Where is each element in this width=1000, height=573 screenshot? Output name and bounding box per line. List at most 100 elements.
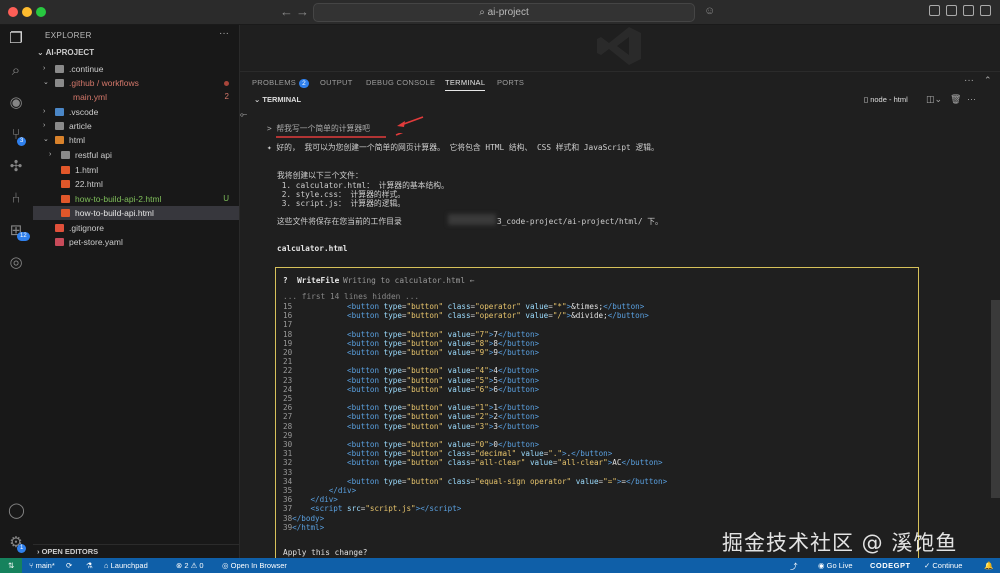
tree-item-github[interactable]: ⌄ .github / workflows: [33, 76, 239, 90]
hidden-lines-note: ... first 14 lines hidden ...: [283, 292, 420, 301]
globe-icon: ◎: [222, 561, 231, 570]
testing-icon[interactable]: ⚗: [86, 561, 93, 570]
panel-more-icon[interactable]: ···: [964, 75, 974, 86]
code-diff-preview: 15 <button type="button" class="operator…: [283, 302, 668, 532]
assistant-reply: ✦ 好的， 我可以为您创建一个简单的网页计算器。 它将包含 HTML 结构、 C…: [267, 143, 659, 152]
launchpad-button[interactable]: ⌂ Launchpad: [104, 561, 148, 570]
extensions-badge: 12: [17, 232, 30, 241]
open-in-browser-button[interactable]: ◎ Open In Browser: [222, 561, 287, 570]
remote-explorer-icon[interactable]: ◎: [8, 255, 24, 271]
live-share-icon[interactable]: ⤴: [790, 561, 798, 572]
toggle-sidebar-icon[interactable]: [929, 5, 940, 16]
chevron-right-icon: ›: [43, 122, 46, 129]
tree-item-restful-api[interactable]: › restful api: [33, 148, 239, 162]
settings-badge: 1: [17, 544, 27, 553]
folder-icon: [55, 79, 64, 87]
folder-icon: [55, 122, 64, 130]
problems-indicator[interactable]: ⊗ 2 ⚠ 0: [176, 561, 204, 570]
terminal-scrollbar[interactable]: [991, 300, 1000, 498]
plan-item: 3. script.js： 计算器的逻辑。: [277, 199, 406, 208]
tree-item-html[interactable]: ⌄ html: [33, 133, 239, 147]
explorer-icon[interactable]: ❐: [8, 31, 24, 47]
split-terminal-icon[interactable]: ◫⌄: [926, 94, 942, 105]
trash-icon[interactable]: 🗑: [950, 94, 961, 105]
git-file-icon: [55, 224, 64, 232]
tree-item-label: .github / workflows: [69, 78, 139, 88]
python-icon[interactable]: ✣: [8, 159, 24, 175]
customize-layout-icon[interactable]: [980, 5, 991, 16]
more-actions-icon[interactable]: ···: [219, 28, 229, 39]
forward-arrow-icon[interactable]: →: [296, 4, 309, 19]
close-window-button[interactable]: [8, 7, 18, 17]
continue-button[interactable]: ✓ Continue: [924, 561, 962, 570]
apply-change-question: Apply this change?: [283, 548, 368, 557]
html-file-icon: [61, 180, 70, 188]
chevron-right-icon: ›: [49, 151, 52, 158]
tree-item-vscode[interactable]: › .vscode: [33, 105, 239, 119]
tree-item-1-html[interactable]: 1.html: [33, 163, 239, 177]
notifications-bell-icon[interactable]: 🔔: [984, 561, 993, 570]
writefile-confirmation-dialog: ? WriteFile Writing to calculator.html ←…: [275, 267, 919, 562]
branch-indicator[interactable]: ⑂ main*: [29, 561, 55, 570]
copilot-icon[interactable]: ☺: [704, 5, 715, 17]
tab-debug-console[interactable]: DEBUG CONSOLE: [366, 78, 435, 87]
tree-item-label: pet-store.yaml: [69, 237, 123, 247]
tree-item-gitignore[interactable]: .gitignore: [33, 221, 239, 235]
remote-indicator-icon[interactable]: ⇅: [0, 558, 22, 573]
branch-icon: ⑂: [29, 561, 36, 570]
chevron-down-icon: ⌄: [37, 48, 46, 57]
explorer-header: EXPLORER: [45, 31, 92, 40]
tree-item-continue[interactable]: › .continue: [33, 62, 239, 76]
dialog-title: ? WriteFile: [283, 276, 340, 285]
back-arrow-icon[interactable]: ←: [280, 4, 293, 19]
vscode-logo-icon: [597, 27, 641, 65]
toggle-panel-icon[interactable]: [946, 5, 957, 16]
tree-item-label: 22.html: [75, 179, 103, 189]
html-file-icon: [61, 166, 70, 174]
tree-item-label: html: [69, 135, 86, 145]
open-editors-section[interactable]: › OPEN EDITORS: [33, 544, 239, 559]
rocket-icon: ⌂: [104, 561, 111, 570]
tree-item-pet-store-yaml[interactable]: pet-store.yaml: [33, 235, 239, 249]
minimize-window-button[interactable]: [22, 7, 32, 17]
tree-item-label: how-to-build-api-2.html: [75, 194, 162, 204]
html-file-icon: [61, 195, 70, 203]
sync-icon[interactable]: ⟳: [66, 561, 72, 570]
tree-item-label: .gitignore: [69, 223, 104, 233]
chevron-down-icon: ⌄: [43, 79, 49, 86]
command-center-search[interactable]: ⌕ ai-project: [313, 3, 695, 22]
terminal-output[interactable]: > 帮我写一个简单的计算器吧 ✦ 好的， 我可以为您创建一个简单的网页计算器。 …: [240, 109, 1000, 562]
tree-item-how-to-build-api-2[interactable]: how-to-build-api-2.html U: [33, 192, 239, 206]
tree-item-label: .continue: [69, 64, 104, 74]
go-live-button[interactable]: ◉ Go Live: [818, 561, 853, 570]
project-root[interactable]: ⌄ AI-PROJECT: [37, 48, 94, 57]
tree-item-label: article: [69, 121, 92, 131]
terminal-section[interactable]: ⌄ TERMINAL: [254, 95, 301, 104]
tree-item-article[interactable]: › article: [33, 119, 239, 133]
tab-terminal[interactable]: TERMINAL: [445, 78, 486, 91]
maximize-panel-icon[interactable]: ⌃: [984, 75, 992, 86]
panel-tab-bar: PROBLEMS 2 OUTPUT DEBUG CONSOLE TERMINAL …: [240, 71, 1000, 92]
title-bar: ← → ⌕ ai-project ☺: [0, 0, 1000, 25]
codegpt-button[interactable]: CODEGPT: [870, 561, 911, 570]
editor-area: PROBLEMS 2 OUTPUT DEBUG CONSOLE TERMINAL …: [240, 25, 1000, 562]
maximize-window-button[interactable]: [36, 7, 46, 17]
tab-output[interactable]: OUTPUT: [320, 78, 353, 87]
save-location-prefix: 这些文件将保存在您当前的工作目录: [277, 217, 402, 226]
dialog-subtitle: Writing to calculator.html ←: [343, 276, 475, 285]
terminal-shell-selector[interactable]: ▯ node - html: [864, 95, 908, 104]
red-arrow-icon: [397, 116, 424, 127]
tab-problems[interactable]: PROBLEMS 2: [252, 78, 310, 88]
tree-item-22-html[interactable]: 22.html: [33, 177, 239, 191]
account-icon[interactable]: ◯: [8, 503, 25, 519]
tree-item-label: 1.html: [75, 165, 99, 175]
toggle-secondary-sidebar-icon[interactable]: [963, 5, 974, 16]
tab-ports[interactable]: PORTS: [497, 78, 524, 87]
terminal-more-icon[interactable]: ···: [967, 94, 976, 104]
save-location-path: 3_code-project/ai-project/html/ 下。: [497, 217, 663, 226]
search-icon[interactable]: ⌕: [8, 63, 24, 79]
git-graph-icon[interactable]: ⑃: [8, 191, 24, 207]
tree-item-main-yml[interactable]: main.yml 2: [33, 90, 239, 104]
copilot-chat-icon[interactable]: ◉: [8, 95, 24, 111]
tree-item-how-to-build-api[interactable]: how-to-build-api.html: [33, 206, 239, 220]
